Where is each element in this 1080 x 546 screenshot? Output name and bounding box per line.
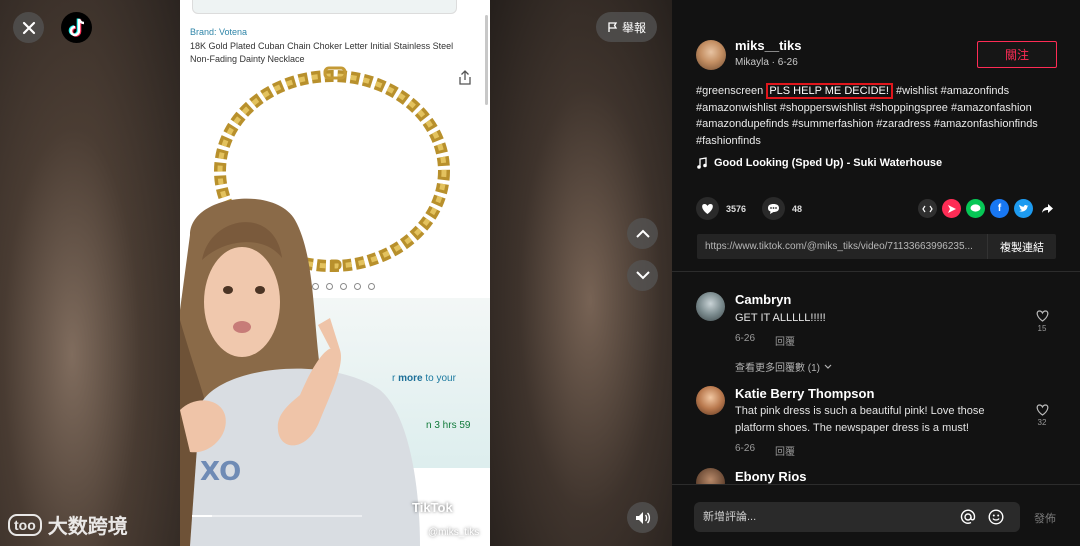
previous-video-button[interactable] — [627, 218, 658, 249]
background-blur-left — [0, 0, 180, 546]
speaker-icon — [635, 511, 650, 524]
creator-person-image: XO — [180, 198, 420, 546]
more-share-icon[interactable] — [1038, 199, 1057, 218]
watermark-username: @miks_tiks — [428, 527, 480, 538]
video-link-box: https://www.tiktok.com/@miks_tiks/video/… — [697, 234, 1056, 259]
comment-meta: 6-26 回覆 — [735, 333, 795, 348]
corner-watermark: too 大数跨境 — [8, 510, 128, 539]
comment-meta: 6-26 回覆 — [735, 443, 795, 458]
progress-fill — [192, 515, 212, 517]
watermark-mark: too — [8, 513, 42, 536]
comment-count: 48 — [792, 203, 803, 214]
like-button[interactable] — [696, 197, 719, 220]
details-panel: miks__tiks Mikayla · 6-26 關注 #greenscree… — [672, 0, 1080, 546]
delivery-timer-text: n 3 hrs 59 — [426, 420, 471, 431]
report-label: 舉報 — [621, 20, 646, 35]
comment-author[interactable]: Ebony Rios — [735, 469, 807, 484]
embed-icon[interactable] — [918, 199, 937, 218]
flag-icon — [608, 21, 618, 32]
search-pill — [192, 0, 457, 14]
video-progress-bar[interactable] — [192, 515, 362, 517]
author-subline: Mikayla · 6-26 — [735, 57, 798, 68]
video-viewer: 舉報 Brand: Votena 18K Gold Plated Cuban C… — [0, 0, 1080, 546]
music-track[interactable]: Good Looking (Sped Up) - Suki Waterhouse — [696, 157, 942, 169]
send-icon[interactable] — [942, 199, 961, 218]
comment-like-count: 32 — [1037, 418, 1047, 427]
video-frame[interactable]: Brand: Votena 18K Gold Plated Cuban Chai… — [180, 0, 490, 546]
facebook-icon[interactable]: f — [990, 199, 1009, 218]
scrollbar — [485, 15, 488, 105]
tiktok-watermark: TikTok — [412, 500, 453, 515]
caption-highlight: PLS HELP ME DECIDE! — [766, 83, 893, 99]
copy-link-button[interactable]: 複製連結 — [987, 234, 1056, 259]
comment-like-count: 15 — [1037, 324, 1047, 333]
product-brand: Brand: Votena — [190, 27, 248, 37]
twitter-icon[interactable] — [1014, 199, 1033, 218]
comment-avatar[interactable] — [696, 292, 725, 321]
line-icon[interactable] — [966, 199, 985, 218]
comment-text: That pink dress is such a beautiful pink… — [735, 405, 985, 434]
svg-text:XO: XO — [200, 457, 241, 487]
music-note-icon — [697, 157, 707, 169]
view-more-replies[interactable]: 查看更多回覆數 (1) — [735, 359, 832, 374]
chevron-down-icon — [635, 271, 650, 280]
emoji-icon[interactable] — [988, 509, 1004, 525]
author-username[interactable]: miks__tiks — [735, 38, 802, 53]
reply-button[interactable]: 回覆 — [775, 333, 795, 348]
tiktok-icon — [68, 18, 84, 37]
watermark-text: 大数跨境 — [47, 516, 128, 538]
close-icon — [22, 21, 35, 34]
post-caption: #greenscreen PLS HELP ME DECIDE! #wishli… — [696, 83, 1038, 147]
comment-date: 6-26 — [735, 333, 756, 344]
follow-button[interactable]: 關注 — [977, 41, 1057, 68]
volume-button[interactable] — [627, 502, 658, 533]
post-comment-button[interactable]: 發佈 — [1034, 510, 1056, 526]
chevron-up-icon — [635, 229, 650, 238]
comment-date: 6-26 — [735, 443, 756, 454]
comment-composer: 發佈 — [672, 484, 1080, 546]
engagement-stats: 3576 48 — [696, 197, 818, 220]
reply-button[interactable]: 回覆 — [775, 443, 795, 458]
heart-outline-icon — [1036, 404, 1048, 416]
comment-author[interactable]: Katie Berry Thompson — [735, 386, 874, 401]
heart-icon — [702, 203, 713, 214]
like-count: 3576 — [726, 203, 747, 214]
close-button[interactable] — [13, 12, 44, 43]
comment-like-button[interactable]: 15 — [1032, 310, 1052, 333]
video-link[interactable]: https://www.tiktok.com/@miks_tiks/video/… — [697, 241, 987, 252]
video-area: 舉報 Brand: Votena 18K Gold Plated Cuban C… — [0, 0, 672, 546]
heart-outline-icon — [1036, 310, 1048, 322]
report-button[interactable]: 舉報 — [596, 12, 657, 42]
divider — [672, 271, 1080, 272]
comment-avatar[interactable] — [696, 386, 725, 415]
comment-icon — [768, 203, 780, 214]
next-video-button[interactable] — [627, 260, 658, 291]
tiktok-logo[interactable] — [61, 12, 92, 43]
product-title: 18K Gold Plated Cuban Chain Choker Lette… — [190, 41, 454, 64]
comment-text: GET IT ALLLLL!!!!! — [735, 312, 826, 324]
share-options: f — [918, 199, 1057, 218]
mention-icon[interactable] — [960, 509, 976, 525]
share-icon — [459, 70, 471, 85]
comment-like-button[interactable]: 32 — [1032, 404, 1052, 427]
chevron-down-icon — [824, 364, 832, 369]
comment-author[interactable]: Cambryn — [735, 292, 791, 307]
music-title: Good Looking (Sped Up) - Suki Waterhouse — [714, 157, 943, 169]
comment-button[interactable] — [762, 197, 786, 220]
author-avatar[interactable] — [696, 40, 726, 70]
